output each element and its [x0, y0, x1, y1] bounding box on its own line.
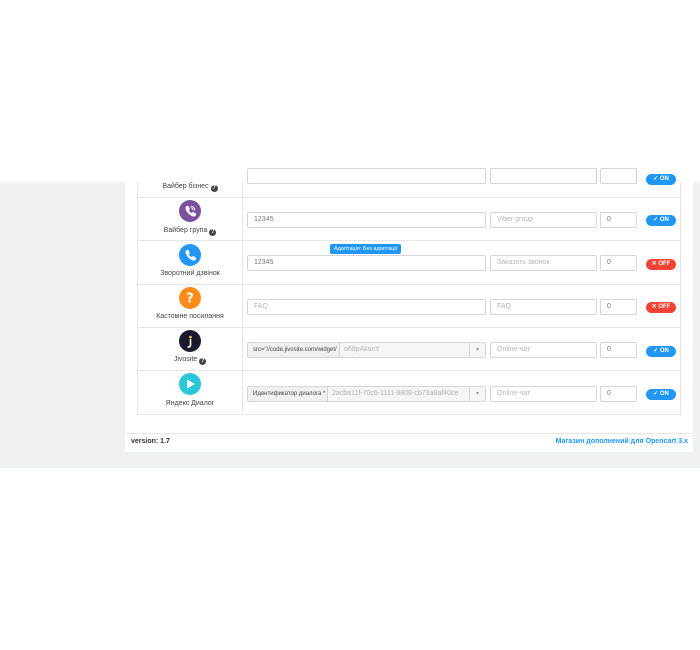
- title-input[interactable]: Online-чат: [490, 386, 597, 402]
- yandex-dialog-icon: [179, 373, 201, 395]
- status-toggle[interactable]: ✕ OFF: [646, 302, 676, 313]
- title-input[interactable]: Online-чат: [490, 342, 597, 358]
- status-toggle[interactable]: ✓ ON: [646, 346, 676, 357]
- check-icon: ✓: [653, 391, 659, 397]
- svg-text:?: ?: [186, 292, 194, 307]
- chevron-down-icon[interactable]: ▾: [470, 386, 486, 402]
- title-input[interactable]: FAQ: [490, 299, 597, 315]
- sort-input[interactable]: 0: [600, 212, 637, 228]
- status-toggle[interactable]: ✓ ON: [646, 389, 676, 400]
- value-input[interactable]: FAQ: [247, 299, 486, 315]
- close-icon: ✕: [651, 261, 657, 267]
- row-label: Вайбер бізнес?: [162, 183, 218, 192]
- close-icon: ✕: [651, 304, 657, 310]
- sort-input[interactable]: [600, 168, 637, 184]
- value-input[interactable]: o69pAksnY: [340, 342, 470, 358]
- sort-input[interactable]: 0: [600, 255, 637, 271]
- version-label: version: 1.7: [131, 438, 170, 445]
- question-icon: ?: [179, 287, 201, 309]
- footer-divider: [125, 433, 693, 434]
- check-icon: ✓: [653, 176, 659, 182]
- help-icon[interactable]: ?: [209, 229, 217, 236]
- help-icon[interactable]: ?: [199, 358, 207, 365]
- help-icon[interactable]: ?: [210, 185, 218, 192]
- sort-input[interactable]: 0: [600, 299, 637, 315]
- row-label: Яндекс Диалог: [165, 400, 215, 407]
- check-icon: ✓: [653, 348, 659, 354]
- chevron-down-icon[interactable]: ▾: [470, 342, 486, 358]
- status-toggle[interactable]: ✓ ON: [646, 215, 676, 226]
- status-toggle[interactable]: ✓ ON: [646, 174, 676, 185]
- dialog-id-label: Идентификатор диалога *: [247, 386, 328, 402]
- row-label: Вайбер група?: [163, 227, 217, 236]
- row-label: Jivosite?: [173, 356, 207, 365]
- jivosite-url-prefix: src="//code.jivosite.com/widget/: [247, 342, 340, 358]
- status-toggle[interactable]: ✕ OFF: [646, 259, 676, 270]
- value-input[interactable]: 12345: [247, 212, 486, 228]
- jivosite-icon: [179, 330, 201, 352]
- sort-input[interactable]: 0: [600, 342, 637, 358]
- row-label: Кастомне посилання: [156, 313, 224, 320]
- store-link[interactable]: Магазин дополнений для Opencart 3.x: [556, 438, 688, 445]
- adaptation-tooltip: Адаптація: Без адаптації: [330, 244, 402, 254]
- viber-icon: [179, 200, 201, 222]
- phone-icon: [179, 244, 201, 266]
- value-input[interactable]: [247, 168, 486, 184]
- row-label: Зворотний дзвінок: [160, 270, 220, 277]
- value-input[interactable]: 2acba11f-70c6-1111-8808-cb73a8af40ce: [328, 386, 470, 402]
- title-input[interactable]: [490, 168, 597, 184]
- title-input[interactable]: Заказать звонок: [490, 255, 597, 271]
- sort-input[interactable]: 0: [600, 386, 637, 402]
- title-input[interactable]: Viber group: [490, 212, 597, 228]
- value-input[interactable]: 12345: [247, 255, 486, 271]
- check-icon: ✓: [653, 217, 659, 223]
